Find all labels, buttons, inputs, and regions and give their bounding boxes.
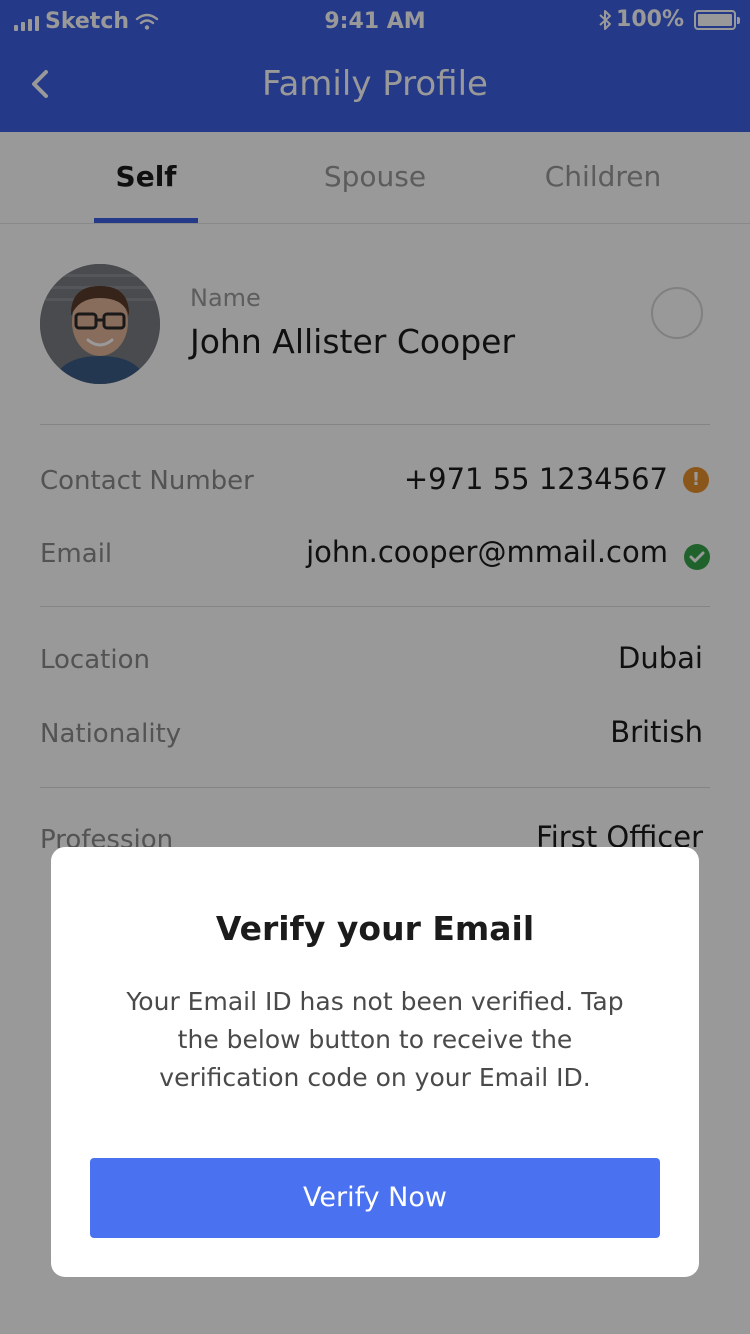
dialog-title: Verify your Email	[215, 909, 535, 948]
verify-now-button[interactable]: Verify Now	[90, 1158, 660, 1238]
verify-email-dialog: Verify your Email Your Email ID has not …	[51, 847, 699, 1277]
dialog-message: Your Email ID has not been verified. Tap…	[126, 987, 624, 1092]
